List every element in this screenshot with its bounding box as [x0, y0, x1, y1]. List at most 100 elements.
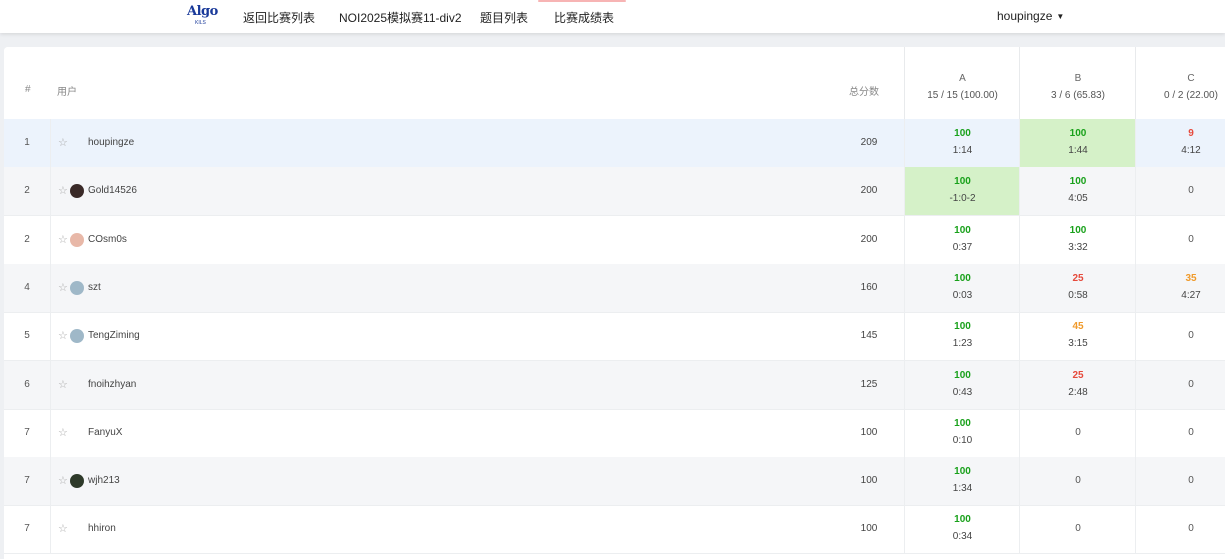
score-value: 100 — [954, 272, 971, 284]
total-score: 125 — [860, 378, 878, 390]
problem-result-cell[interactable]: 100 3:32 — [1019, 215, 1136, 264]
active-tab-indicator — [538, 0, 626, 2]
star-outline-icon[interactable]: ☆ — [58, 119, 68, 167]
star-outline-icon[interactable]: ☆ — [58, 167, 68, 215]
problem-result-cell[interactable]: 25 0:58 — [1019, 263, 1136, 312]
username-link[interactable]: szt — [88, 264, 101, 312]
nav-scoreboard[interactable]: 比赛成绩表 — [554, 9, 614, 26]
problem-result-cell[interactable]: 100 0:10 — [904, 408, 1020, 457]
scoreboard-header: # 用户 总分数 A 15 / 15 (100.00) B 3 / 6 (65.83)… — [4, 47, 1225, 120]
problem-stat: 0 / 2 (22.00) — [1164, 90, 1218, 101]
problem-header-b[interactable]: B 3 / 6 (65.83) — [1019, 47, 1136, 119]
star-outline-icon[interactable]: ☆ — [58, 312, 68, 360]
problem-result-cell[interactable]: 0 — [1135, 505, 1225, 554]
rank-cell: 7 — [4, 457, 51, 506]
problem-result-cell[interactable]: 100 0:03 — [904, 263, 1020, 312]
star-outline-icon[interactable]: ☆ — [58, 409, 68, 457]
problem-result-cell[interactable]: 0 — [1019, 408, 1136, 457]
problem-result-cell[interactable]: 100 4:05 — [1019, 167, 1136, 216]
problem-letter: C — [1187, 73, 1195, 84]
username-link[interactable]: Gold14526 — [88, 167, 137, 215]
problem-result-cell[interactable]: 0 — [1019, 505, 1136, 554]
score-value: 45 — [1072, 321, 1084, 333]
problem-result-cell[interactable]: 9 4:12 — [1135, 119, 1225, 167]
username-link[interactable]: houpingze — [88, 119, 134, 167]
problem-header-c[interactable]: C 0 / 2 (22.00) — [1135, 47, 1225, 119]
user-cell: ☆ houpingze — [50, 119, 860, 167]
problem-result-cell[interactable]: 100 1:23 — [904, 312, 1020, 361]
logo-text: Algo — [187, 4, 218, 19]
score-value: 0 — [1075, 523, 1081, 535]
avatar — [70, 329, 84, 344]
star-outline-icon[interactable]: ☆ — [58, 264, 68, 312]
score-value: 0 — [1075, 475, 1081, 487]
score-value: 100 — [954, 224, 971, 236]
star-outline-icon[interactable]: ☆ — [58, 361, 68, 409]
submit-time: 1:14 — [952, 145, 973, 156]
submit-time: 0:43 — [952, 386, 973, 398]
user-cell: ☆ TengZiming — [50, 312, 860, 360]
submit-time: 1:23 — [952, 338, 973, 350]
username-link[interactable]: FanyuX — [88, 409, 122, 457]
user-cell: ☆ szt — [50, 264, 860, 312]
problem-result-cell[interactable]: 100 -1:0-2 — [904, 167, 1020, 216]
problem-result-cell[interactable]: 100 0:43 — [904, 360, 1020, 409]
rank-cell: 2 — [4, 167, 51, 216]
rank-cell: 5 — [4, 312, 51, 361]
star-outline-icon[interactable]: ☆ — [58, 505, 68, 553]
score-value: 0 — [1188, 523, 1194, 535]
problem-result-cell[interactable]: 0 — [1135, 215, 1225, 264]
problem-result-cell[interactable]: 0 — [1135, 312, 1225, 361]
problem-letter: B — [1074, 73, 1082, 84]
header-total: 总分数 — [849, 87, 879, 98]
score-value: 0 — [1188, 426, 1194, 438]
user-cell: ☆ FanyuX — [50, 409, 860, 457]
table-row: 1 ☆ houpingze 209 100 1:14 100 1:44 9 4:12 — [4, 119, 1225, 168]
problem-result-cell[interactable]: 45 3:15 — [1019, 312, 1136, 361]
user-menu-name: houpingze — [997, 9, 1053, 23]
username-link[interactable]: COsm0s — [88, 216, 127, 264]
problem-letter: A — [959, 73, 966, 84]
header-user: 用户 — [57, 87, 77, 98]
score-value: 9 — [1188, 128, 1194, 139]
score-value: 0 — [1188, 378, 1194, 390]
table-row: 7 ☆ hhiron 100 100 0:34 0 0 — [4, 505, 1225, 555]
problem-result-cell[interactable]: 0 — [1135, 408, 1225, 457]
score-value: 100 — [954, 466, 971, 478]
table-row: 5 ☆ TengZiming 145 100 1:23 45 3:15 0 — [4, 312, 1225, 362]
submit-time: 3:32 — [1068, 241, 1088, 253]
nav-back-to-contests[interactable]: 返回比赛列表 — [243, 9, 315, 26]
problem-result-cell[interactable]: 100 0:34 — [904, 505, 1020, 554]
problem-result-cell[interactable]: 100 1:14 — [904, 119, 1020, 167]
nav-contest-title[interactable]: NOI2025模拟赛11-div2 — [339, 9, 462, 26]
site-logo[interactable]: Algo KILS — [185, 3, 219, 29]
problem-result-cell[interactable]: 100 1:34 — [904, 457, 1020, 506]
table-row: 7 ☆ wjh213 100 100 1:34 0 0 — [4, 457, 1225, 507]
problem-result-cell[interactable]: 35 4:27 — [1135, 263, 1225, 312]
problem-result-cell[interactable]: 0 — [1135, 167, 1225, 216]
submit-time: 0:34 — [952, 531, 973, 543]
problem-result-cell[interactable]: 100 1:44 — [1019, 119, 1136, 167]
problem-result-cell[interactable]: 100 0:37 — [904, 215, 1020, 264]
username-link[interactable]: TengZiming — [88, 312, 140, 360]
submit-time: 4:12 — [1181, 145, 1201, 156]
username-link[interactable]: hhiron — [88, 505, 116, 553]
star-outline-icon[interactable]: ☆ — [58, 216, 68, 264]
user-menu[interactable]: houpingze ▼ — [997, 9, 1064, 23]
star-outline-icon[interactable]: ☆ — [58, 457, 68, 505]
score-value: 25 — [1072, 272, 1084, 284]
problem-result-cell[interactable]: 0 — [1135, 457, 1225, 506]
total-score: 100 — [860, 523, 878, 535]
problem-result-cell[interactable]: 0 — [1019, 457, 1136, 506]
score-value: 100 — [954, 128, 971, 139]
rank-cell: 6 — [4, 360, 51, 409]
nav-problem-list[interactable]: 题目列表 — [480, 9, 528, 26]
username-link[interactable]: fnoihzhyan — [88, 361, 136, 409]
total-score: 160 — [860, 281, 878, 293]
table-row: 4 ☆ szt 160 100 0:03 25 0:58 35 4:27 — [4, 263, 1225, 313]
problem-header-a[interactable]: A 15 / 15 (100.00) — [904, 47, 1020, 119]
username-link[interactable]: wjh213 — [88, 457, 120, 505]
problem-result-cell[interactable]: 25 2:48 — [1019, 360, 1136, 409]
problem-result-cell[interactable]: 0 — [1135, 360, 1225, 409]
total-score: 100 — [860, 475, 878, 487]
